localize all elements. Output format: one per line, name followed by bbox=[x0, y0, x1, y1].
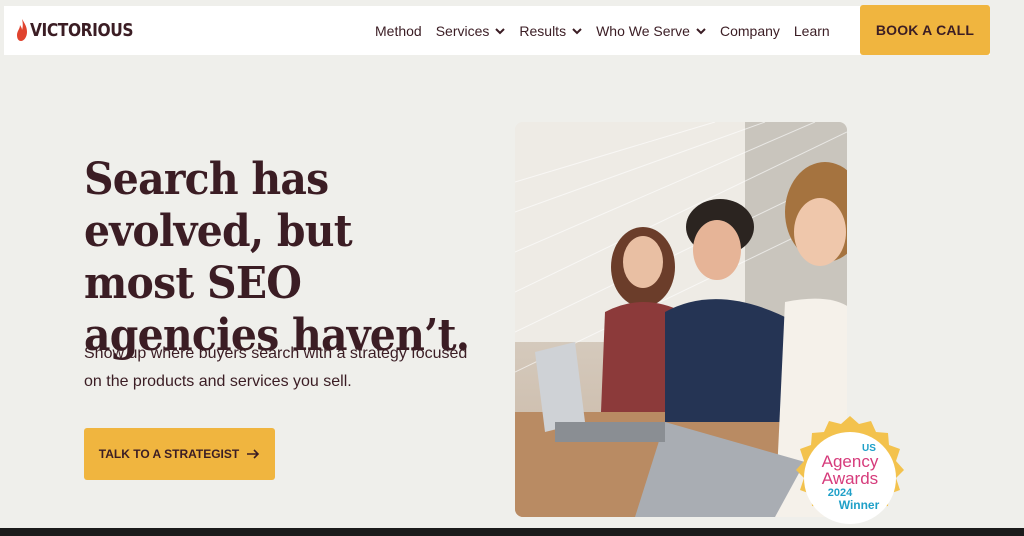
chevron-down-icon bbox=[495, 27, 506, 34]
badge-content: US Agency Awards 2024 Winner bbox=[804, 432, 896, 524]
badge-agency-label: Agency bbox=[821, 452, 879, 471]
us-agency-awards-badge: US Agency Awards 2024 Winner bbox=[787, 416, 913, 536]
logo[interactable]: VICTORIOUS bbox=[16, 19, 150, 41]
chevron-down-icon bbox=[696, 27, 706, 34]
nav-item-services[interactable]: Services bbox=[436, 23, 506, 39]
nav-item-label: Method bbox=[375, 22, 422, 39]
nav-item-who-we-serve[interactable]: Who We Serve bbox=[596, 23, 706, 39]
nav-item-label: Learn bbox=[793, 22, 830, 39]
arrow-right-icon bbox=[247, 449, 260, 459]
nav-item-label: Company bbox=[719, 22, 780, 39]
badge-awards-label: Awards bbox=[821, 469, 879, 488]
nav-item-company[interactable]: Company bbox=[720, 23, 780, 39]
book-a-call-button[interactable]: BOOK A CALL bbox=[860, 5, 990, 55]
nav-item-label: Results bbox=[519, 22, 567, 39]
nav-item-results[interactable]: Results bbox=[519, 23, 582, 39]
talk-to-strategist-button[interactable]: TALK TO A STRATEGIST bbox=[84, 428, 275, 480]
bottom-edge-bar bbox=[0, 528, 1024, 536]
badge-winner-label: Winner bbox=[838, 498, 880, 512]
logo-text: VICTORIOUS bbox=[30, 19, 134, 41]
main-nav: Method Services Results Who We Serve Com… bbox=[375, 6, 844, 55]
flame-logo-icon bbox=[17, 19, 27, 41]
cta-label: TALK TO A STRATEGIST bbox=[98, 447, 240, 461]
nav-item-label: Who We Serve bbox=[596, 22, 690, 39]
chevron-down-icon bbox=[572, 27, 582, 34]
hero-subhead: Show up where buyers search with a strat… bbox=[84, 345, 468, 390]
nav-item-label: Services bbox=[435, 22, 490, 39]
site-header: VICTORIOUS Method Services Results Who W… bbox=[4, 5, 990, 55]
hero-headline: Search has evolved, but most SEO agencie… bbox=[84, 154, 470, 361]
nav-item-method[interactable]: Method bbox=[375, 23, 422, 39]
nav-item-learn[interactable]: Learn bbox=[794, 23, 830, 39]
